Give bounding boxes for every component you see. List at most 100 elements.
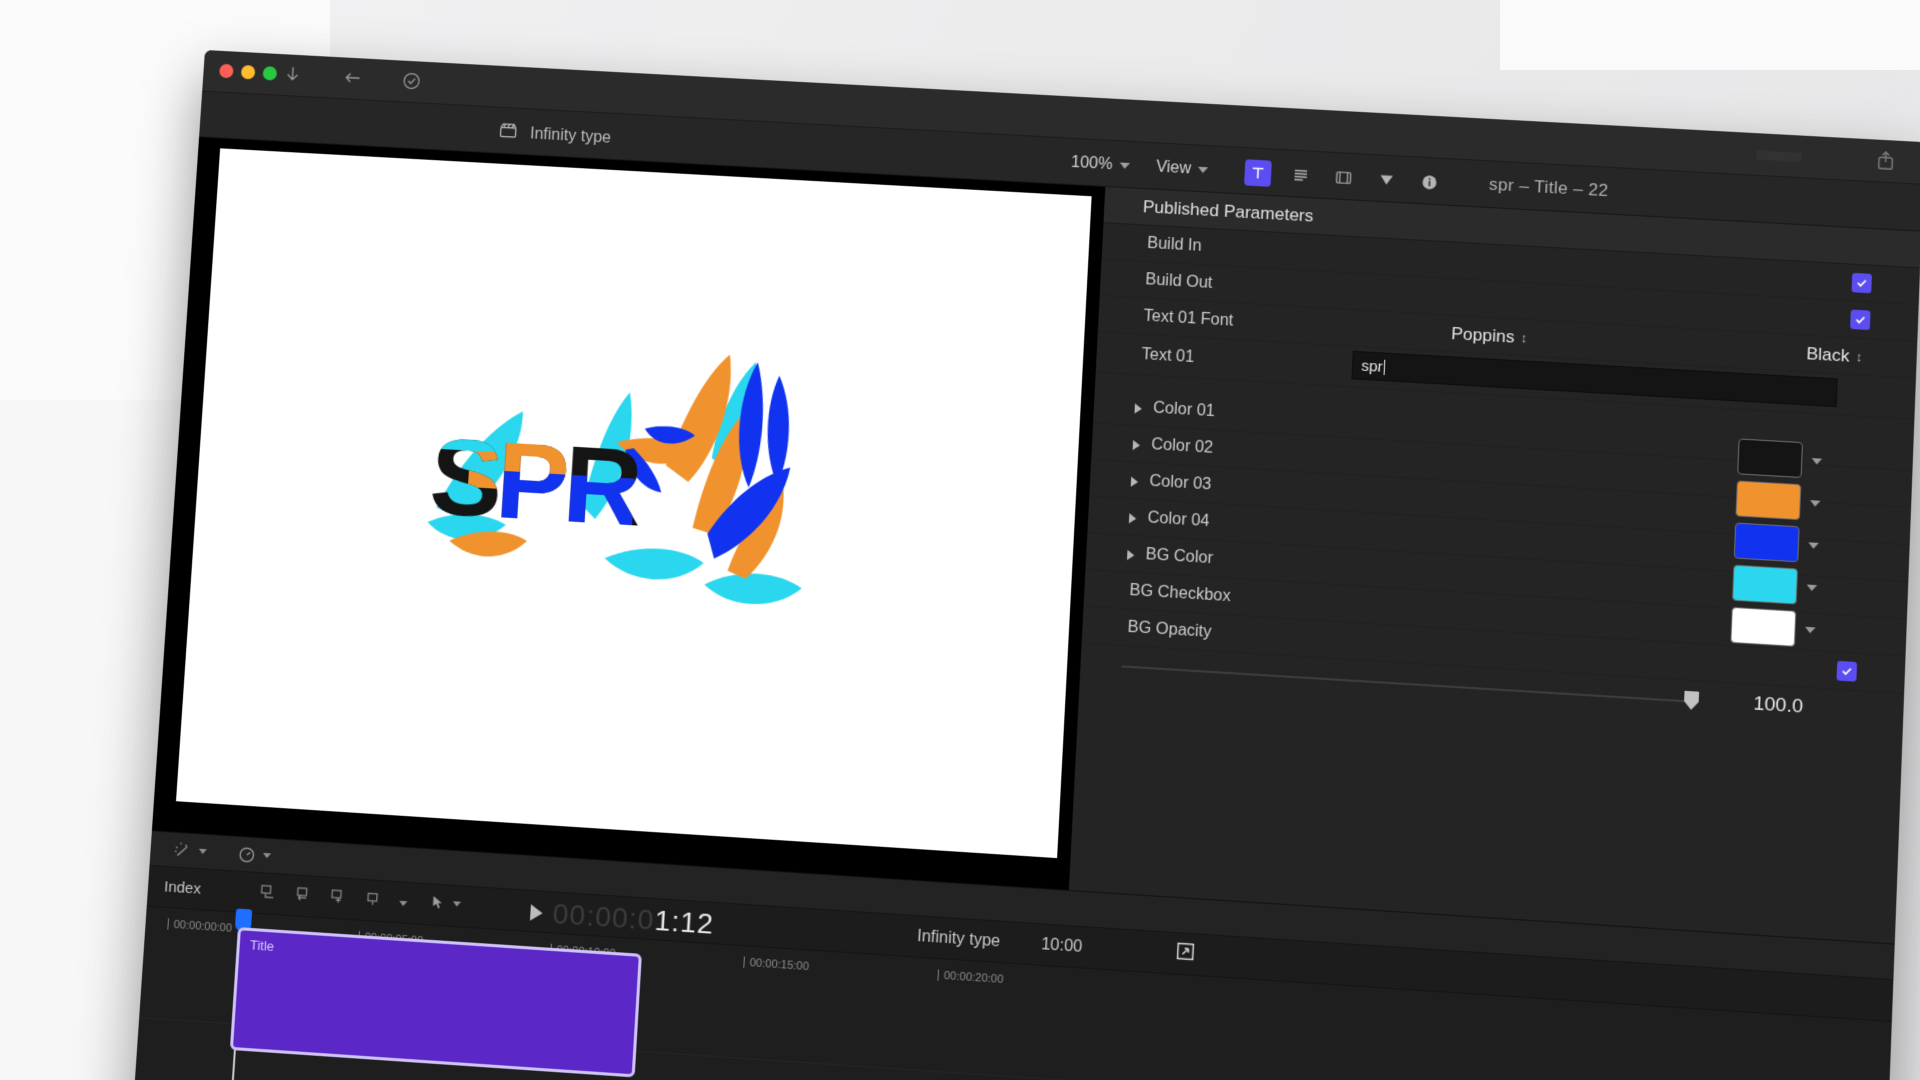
bg-opacity-value[interactable]: 100.0 — [1753, 693, 1803, 719]
color-swatch-02[interactable] — [1735, 480, 1802, 521]
document-title: spr – Title – 22 — [1488, 174, 1609, 201]
tab-text-inspector[interactable] — [1244, 159, 1273, 187]
inspector-tab-group[interactable] — [1244, 159, 1443, 196]
tab-effects-inspector[interactable] — [1373, 166, 1401, 194]
overwrite-clip-icon[interactable] — [363, 888, 384, 914]
laptop-screen-wrapper: Infinity type 100% View spr – Title – 22… — [0, 0, 1920, 1080]
chevron-down-icon[interactable] — [1811, 457, 1823, 465]
zoom-level-label: 100% — [1070, 153, 1113, 174]
param-label: Text 01 Font — [1143, 306, 1234, 330]
color-swatch-04[interactable] — [1732, 564, 1798, 605]
timeline-project-name: Infinity type — [916, 927, 1001, 951]
import-media-icon[interactable] — [280, 62, 305, 87]
param-label: Color 03 — [1149, 472, 1212, 494]
timecode-dim: 00:00:0 — [551, 897, 656, 937]
project-name-group[interactable]: Infinity type — [497, 120, 611, 151]
artwork-spr-title: S P R S — [400, 325, 840, 633]
inspector-panel: Published Parameters Build In Build Out … — [1068, 186, 1920, 944]
timecode-active: 1:12 — [653, 904, 715, 940]
viewer-canvas[interactable]: S P R S — [175, 148, 1092, 859]
bg-opacity-slider-knob[interactable] — [1684, 691, 1699, 710]
param-label: BG Color — [1145, 545, 1214, 567]
swatch-row-color-04[interactable] — [1732, 564, 1858, 609]
timeline-edit-buttons[interactable] — [258, 881, 408, 915]
chevron-down-icon[interactable] — [1808, 541, 1819, 549]
text-cursor — [1383, 359, 1386, 375]
ruler-tick: 00:00:15:00 — [743, 956, 809, 973]
select-tool[interactable] — [429, 894, 462, 913]
tab-info-inspector[interactable] — [1416, 169, 1444, 197]
insert-clip-icon[interactable] — [293, 884, 314, 910]
font-style-value: Black — [1806, 343, 1850, 366]
swatch-row-color-02[interactable] — [1735, 480, 1861, 523]
close-button[interactable] — [218, 63, 234, 79]
bg-opacity-checkbox[interactable] — [1836, 660, 1858, 682]
font-family-dropdown[interactable]: Poppins ↕ — [1451, 323, 1528, 348]
disclosure-triangle-icon[interactable] — [1126, 549, 1135, 561]
timeline-project-duration: 10:00 — [1040, 935, 1083, 957]
view-dropdown[interactable]: View — [1156, 158, 1209, 179]
expand-icon[interactable] — [1173, 939, 1197, 968]
param-label: BG Opacity — [1127, 618, 1212, 641]
chevron-down-icon — [1198, 166, 1209, 174]
viewer-panel[interactable]: S P R S — [151, 137, 1106, 890]
tab-paragraph-inspector[interactable] — [1287, 162, 1315, 190]
timeline-project-info: Infinity type 10:00 — [917, 928, 1083, 957]
analyze-icon[interactable] — [399, 68, 424, 93]
disclosure-triangle-icon[interactable] — [1132, 439, 1141, 451]
project-name-label: Infinity type — [529, 124, 612, 147]
disclosure-triangle-icon[interactable] — [1130, 476, 1139, 488]
param-label: Build In — [1146, 234, 1203, 255]
play-icon[interactable] — [529, 904, 544, 922]
connect-clip-icon[interactable] — [258, 881, 279, 907]
chevron-down-icon[interactable] — [198, 848, 207, 855]
disclosure-triangle-icon[interactable] — [1128, 513, 1137, 524]
chevron-down-icon[interactable] — [399, 900, 408, 906]
param-label: Text 01 — [1141, 345, 1195, 366]
timeline-index-button[interactable]: Index — [164, 878, 202, 898]
ruler-tick: 00:00:00:00 — [167, 918, 232, 935]
font-family-value: Poppins — [1450, 323, 1515, 347]
zoom-level-dropdown[interactable]: 100% — [1071, 154, 1131, 175]
window-traffic-lights[interactable] — [218, 63, 278, 81]
chrome-placeholder — [1756, 150, 1802, 162]
swatch-row-bg-color[interactable] — [1730, 606, 1857, 651]
param-label: BG Checkbox — [1129, 581, 1232, 605]
text01-value: spr — [1360, 356, 1384, 376]
color-swatch-column[interactable] — [1730, 438, 1863, 656]
chevron-down-icon[interactable] — [452, 901, 462, 907]
chevron-down-icon — [1119, 162, 1130, 170]
application-window: Infinity type 100% View spr – Title – 22… — [128, 50, 1920, 1080]
tab-video-inspector[interactable] — [1330, 164, 1358, 192]
ruler-tick: 00:00:20:00 — [937, 969, 1004, 986]
param-label: Color 04 — [1147, 508, 1210, 530]
append-clip-icon[interactable] — [328, 886, 349, 912]
chevron-down-icon[interactable] — [262, 852, 272, 859]
chevron-down-icon[interactable] — [1806, 583, 1818, 591]
param-label: Color 01 — [1152, 398, 1216, 420]
swatch-row-color-03[interactable] — [1733, 522, 1860, 565]
zoom-button[interactable] — [262, 66, 278, 81]
stepper-icon: ↕ — [1855, 348, 1863, 365]
color-swatch-03[interactable] — [1733, 522, 1800, 563]
share-export-icon[interactable] — [1874, 149, 1898, 178]
minimize-button[interactable] — [240, 64, 256, 80]
magic-wand-tool[interactable] — [172, 839, 207, 862]
view-label: View — [1155, 158, 1192, 178]
param-label: Build Out — [1144, 270, 1213, 292]
main-area: S P R S — [151, 137, 1920, 944]
chevron-down-icon[interactable] — [1809, 499, 1821, 507]
swatch-row-color-01[interactable] — [1737, 438, 1863, 481]
retime-tool[interactable] — [236, 844, 272, 867]
disclosure-triangle-icon[interactable] — [1134, 403, 1143, 414]
chevron-down-icon[interactable] — [1804, 626, 1816, 634]
font-style-dropdown[interactable]: Black ↕ — [1806, 343, 1863, 367]
keyword-icon[interactable] — [339, 65, 364, 90]
clip-label: Title — [249, 937, 275, 955]
build-out-checkbox[interactable] — [1850, 309, 1871, 331]
build-in-checkbox[interactable] — [1851, 272, 1872, 294]
color-swatch-bg[interactable] — [1730, 606, 1797, 647]
param-label: Color 02 — [1150, 435, 1214, 457]
color-swatch-01[interactable] — [1737, 438, 1803, 479]
timeline-clip-title[interactable]: Title — [229, 927, 642, 1078]
